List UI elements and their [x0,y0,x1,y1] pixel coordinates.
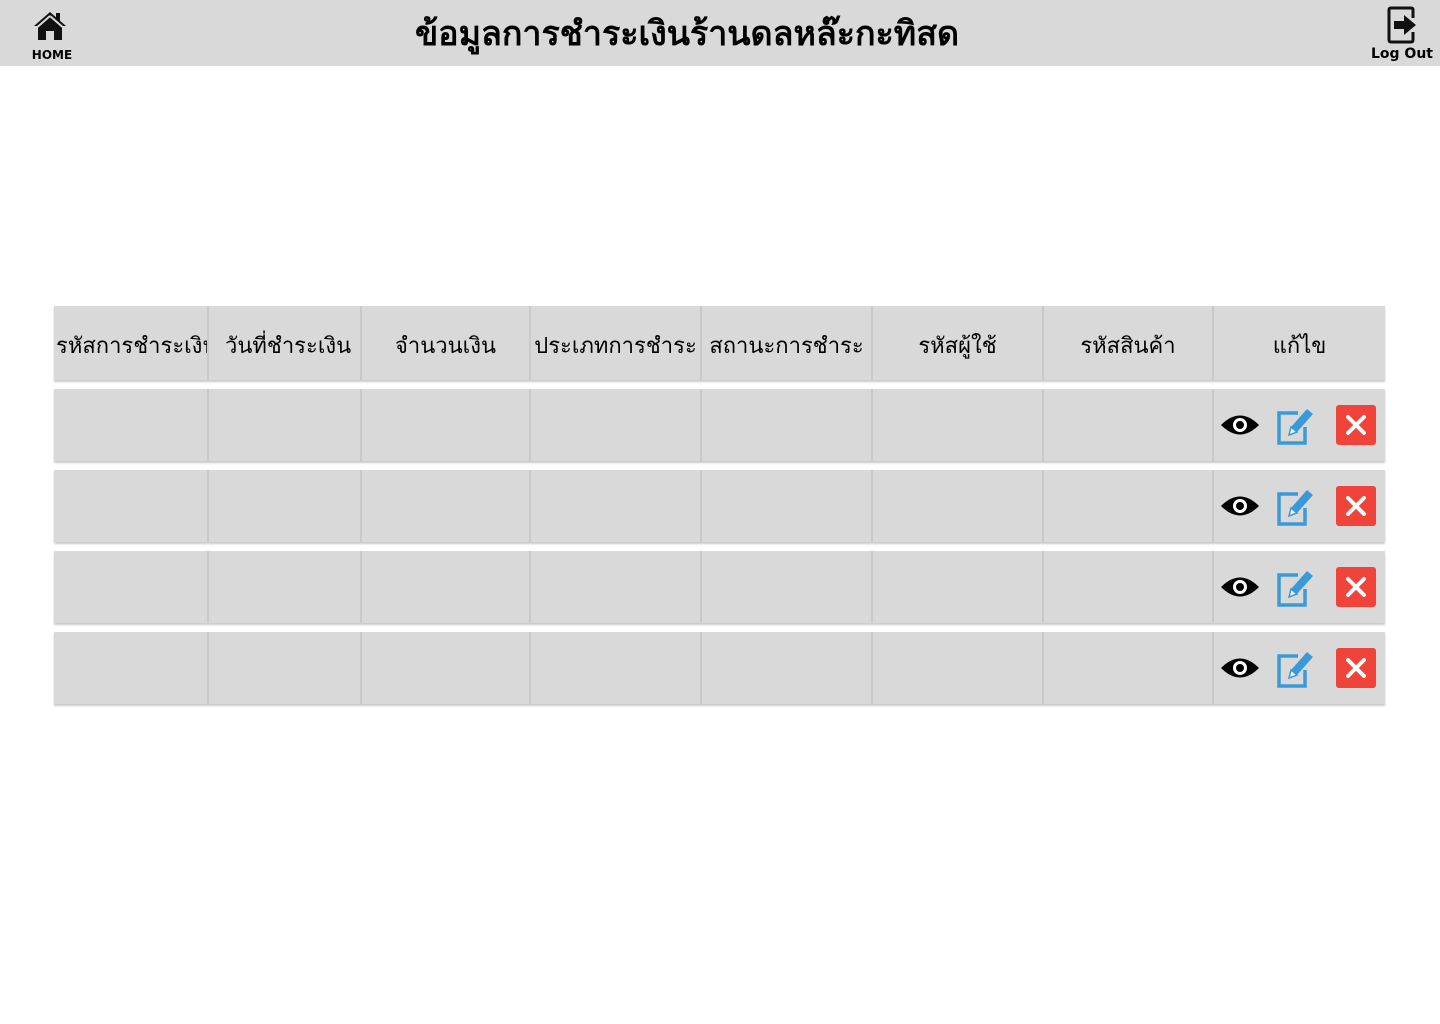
delete-button[interactable] [1336,648,1376,688]
cell-user-id [873,470,1044,542]
page-title: ข้อมูลการชำระเงินร้านดลหล๊ะกะทิสด [414,14,960,54]
cell-payment-date [209,470,362,542]
row-actions [1214,632,1385,704]
edit-icon[interactable] [1276,486,1314,526]
close-icon [1346,415,1366,435]
cell-payment-status [702,470,873,542]
row-actions [1214,389,1385,461]
edit-icon[interactable] [1276,567,1314,607]
table-row [54,470,1385,542]
logout-label: Log Out [1371,46,1433,62]
edit-icon[interactable] [1276,405,1314,445]
cell-payment-status [702,389,873,461]
cell-payment-type [531,551,702,623]
column-header-edit: แก้ไข [1272,334,1327,359]
cell-user-id [873,389,1044,461]
cell-product-id [1044,551,1214,623]
row-actions [1214,551,1385,623]
close-icon [1346,577,1366,597]
top-bar: HOME ข้อมูลการชำระเงินร้านดลหล๊ะกะทิสด L… [0,0,1440,66]
cell-amount [362,632,531,704]
cell-payment-id [54,551,209,623]
close-icon [1346,658,1366,678]
delete-button[interactable] [1336,405,1376,445]
cell-amount [362,389,531,461]
cell-payment-id [54,389,209,461]
column-header-payment-status: สถานะการชำระ [702,306,873,380]
payment-table: รหัสการชำระเงิน วันที่ชำระเงิน จำนวนเงิน… [54,306,1385,704]
table-row [54,551,1385,623]
eye-icon[interactable] [1220,574,1260,600]
close-icon [1346,496,1366,516]
cell-product-id [1044,470,1214,542]
row-actions [1214,470,1385,542]
cell-amount [362,470,531,542]
cell-payment-date [209,389,362,461]
logout-button[interactable]: Log Out [1370,4,1434,64]
column-header-payment-type: ประเภทการชำระ [531,306,702,380]
cell-user-id [873,632,1044,704]
cell-product-id [1044,389,1214,461]
cell-user-id [873,551,1044,623]
cell-payment-type [531,389,702,461]
delete-button[interactable] [1336,486,1376,526]
column-header-payment-id: รหัสการชำระเงิน [54,306,209,380]
cell-amount [362,551,531,623]
cell-payment-type [531,632,702,704]
cell-product-id [1044,632,1214,704]
column-header-payment-date: วันที่ชำระเงิน [209,306,362,380]
column-header-amount: จำนวนเงิน [362,306,531,380]
eye-icon[interactable] [1220,655,1260,681]
eye-icon[interactable] [1220,493,1260,519]
eye-icon[interactable] [1220,412,1260,438]
cell-payment-id [54,470,209,542]
edit-icon[interactable] [1276,648,1314,688]
table-row [54,389,1385,461]
column-header-user-id: รหัสผู้ใช้ [873,306,1044,380]
column-header-product-id: รหัสสินค้า [1044,306,1214,380]
table-header-row: รหัสการชำระเงิน วันที่ชำระเงิน จำนวนเงิน… [54,306,1385,380]
cell-payment-type [531,470,702,542]
cell-payment-id [54,632,209,704]
cell-payment-status [702,632,873,704]
cell-payment-date [209,551,362,623]
cell-payment-date [209,632,362,704]
table-row [54,632,1385,704]
cell-payment-status [702,551,873,623]
logout-icon [1387,6,1416,44]
delete-button[interactable] [1336,567,1376,607]
